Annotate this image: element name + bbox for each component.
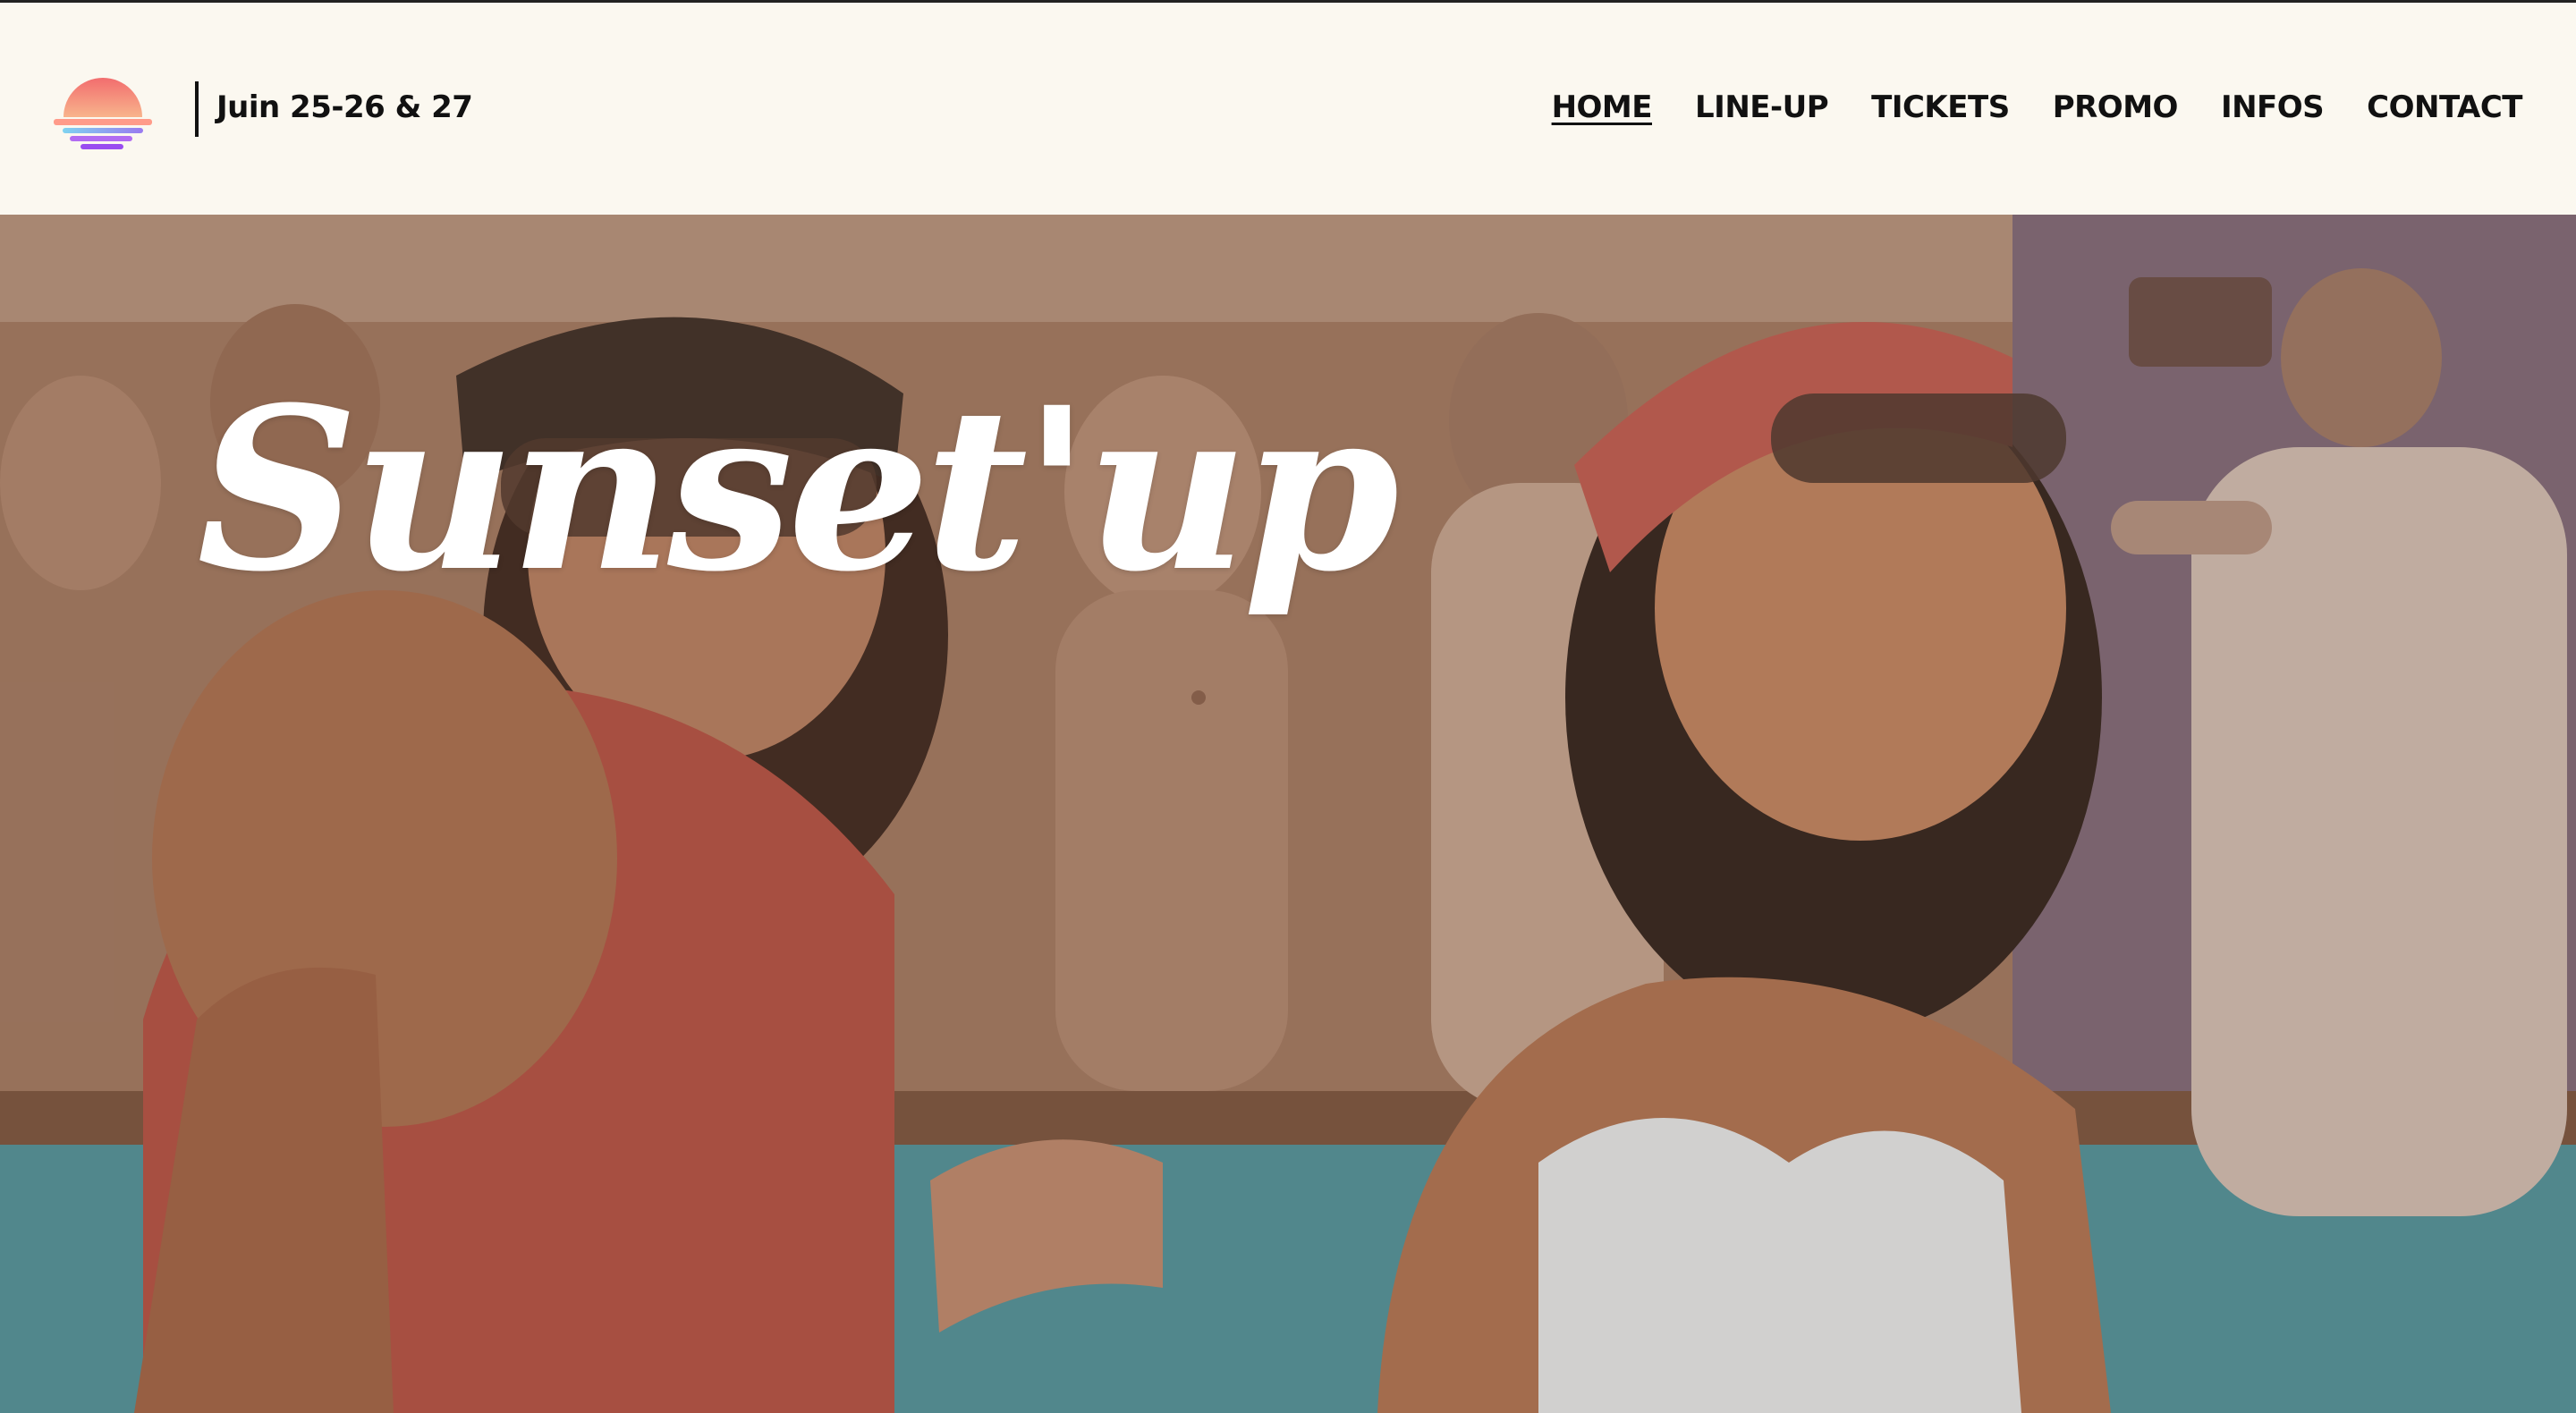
nav-line-up[interactable]: LINE-UP	[1695, 89, 1829, 125]
nav-tickets[interactable]: TICKETS	[1871, 89, 2010, 125]
hero-banner: Sunset'up	[0, 215, 2576, 1413]
main-nav: HOME LINE-UP TICKETS PROMO INFOS CONTACT	[1552, 89, 2523, 125]
nav-promo[interactable]: PROMO	[2053, 89, 2179, 125]
hero-title: Sunset'up	[197, 358, 1399, 621]
sunset-logo-icon[interactable]	[50, 62, 156, 155]
site-header: Juin 25-26 & 27 HOME LINE-UP TICKETS PRO…	[0, 0, 2576, 215]
header-divider	[195, 81, 199, 137]
nav-home[interactable]: HOME	[1552, 89, 1653, 125]
sunset-logo-graphic	[54, 78, 152, 149]
nav-infos[interactable]: INFOS	[2221, 89, 2325, 125]
nav-contact[interactable]: CONTACT	[2367, 89, 2522, 125]
festival-dates: Juin 25-26 & 27	[216, 89, 473, 125]
